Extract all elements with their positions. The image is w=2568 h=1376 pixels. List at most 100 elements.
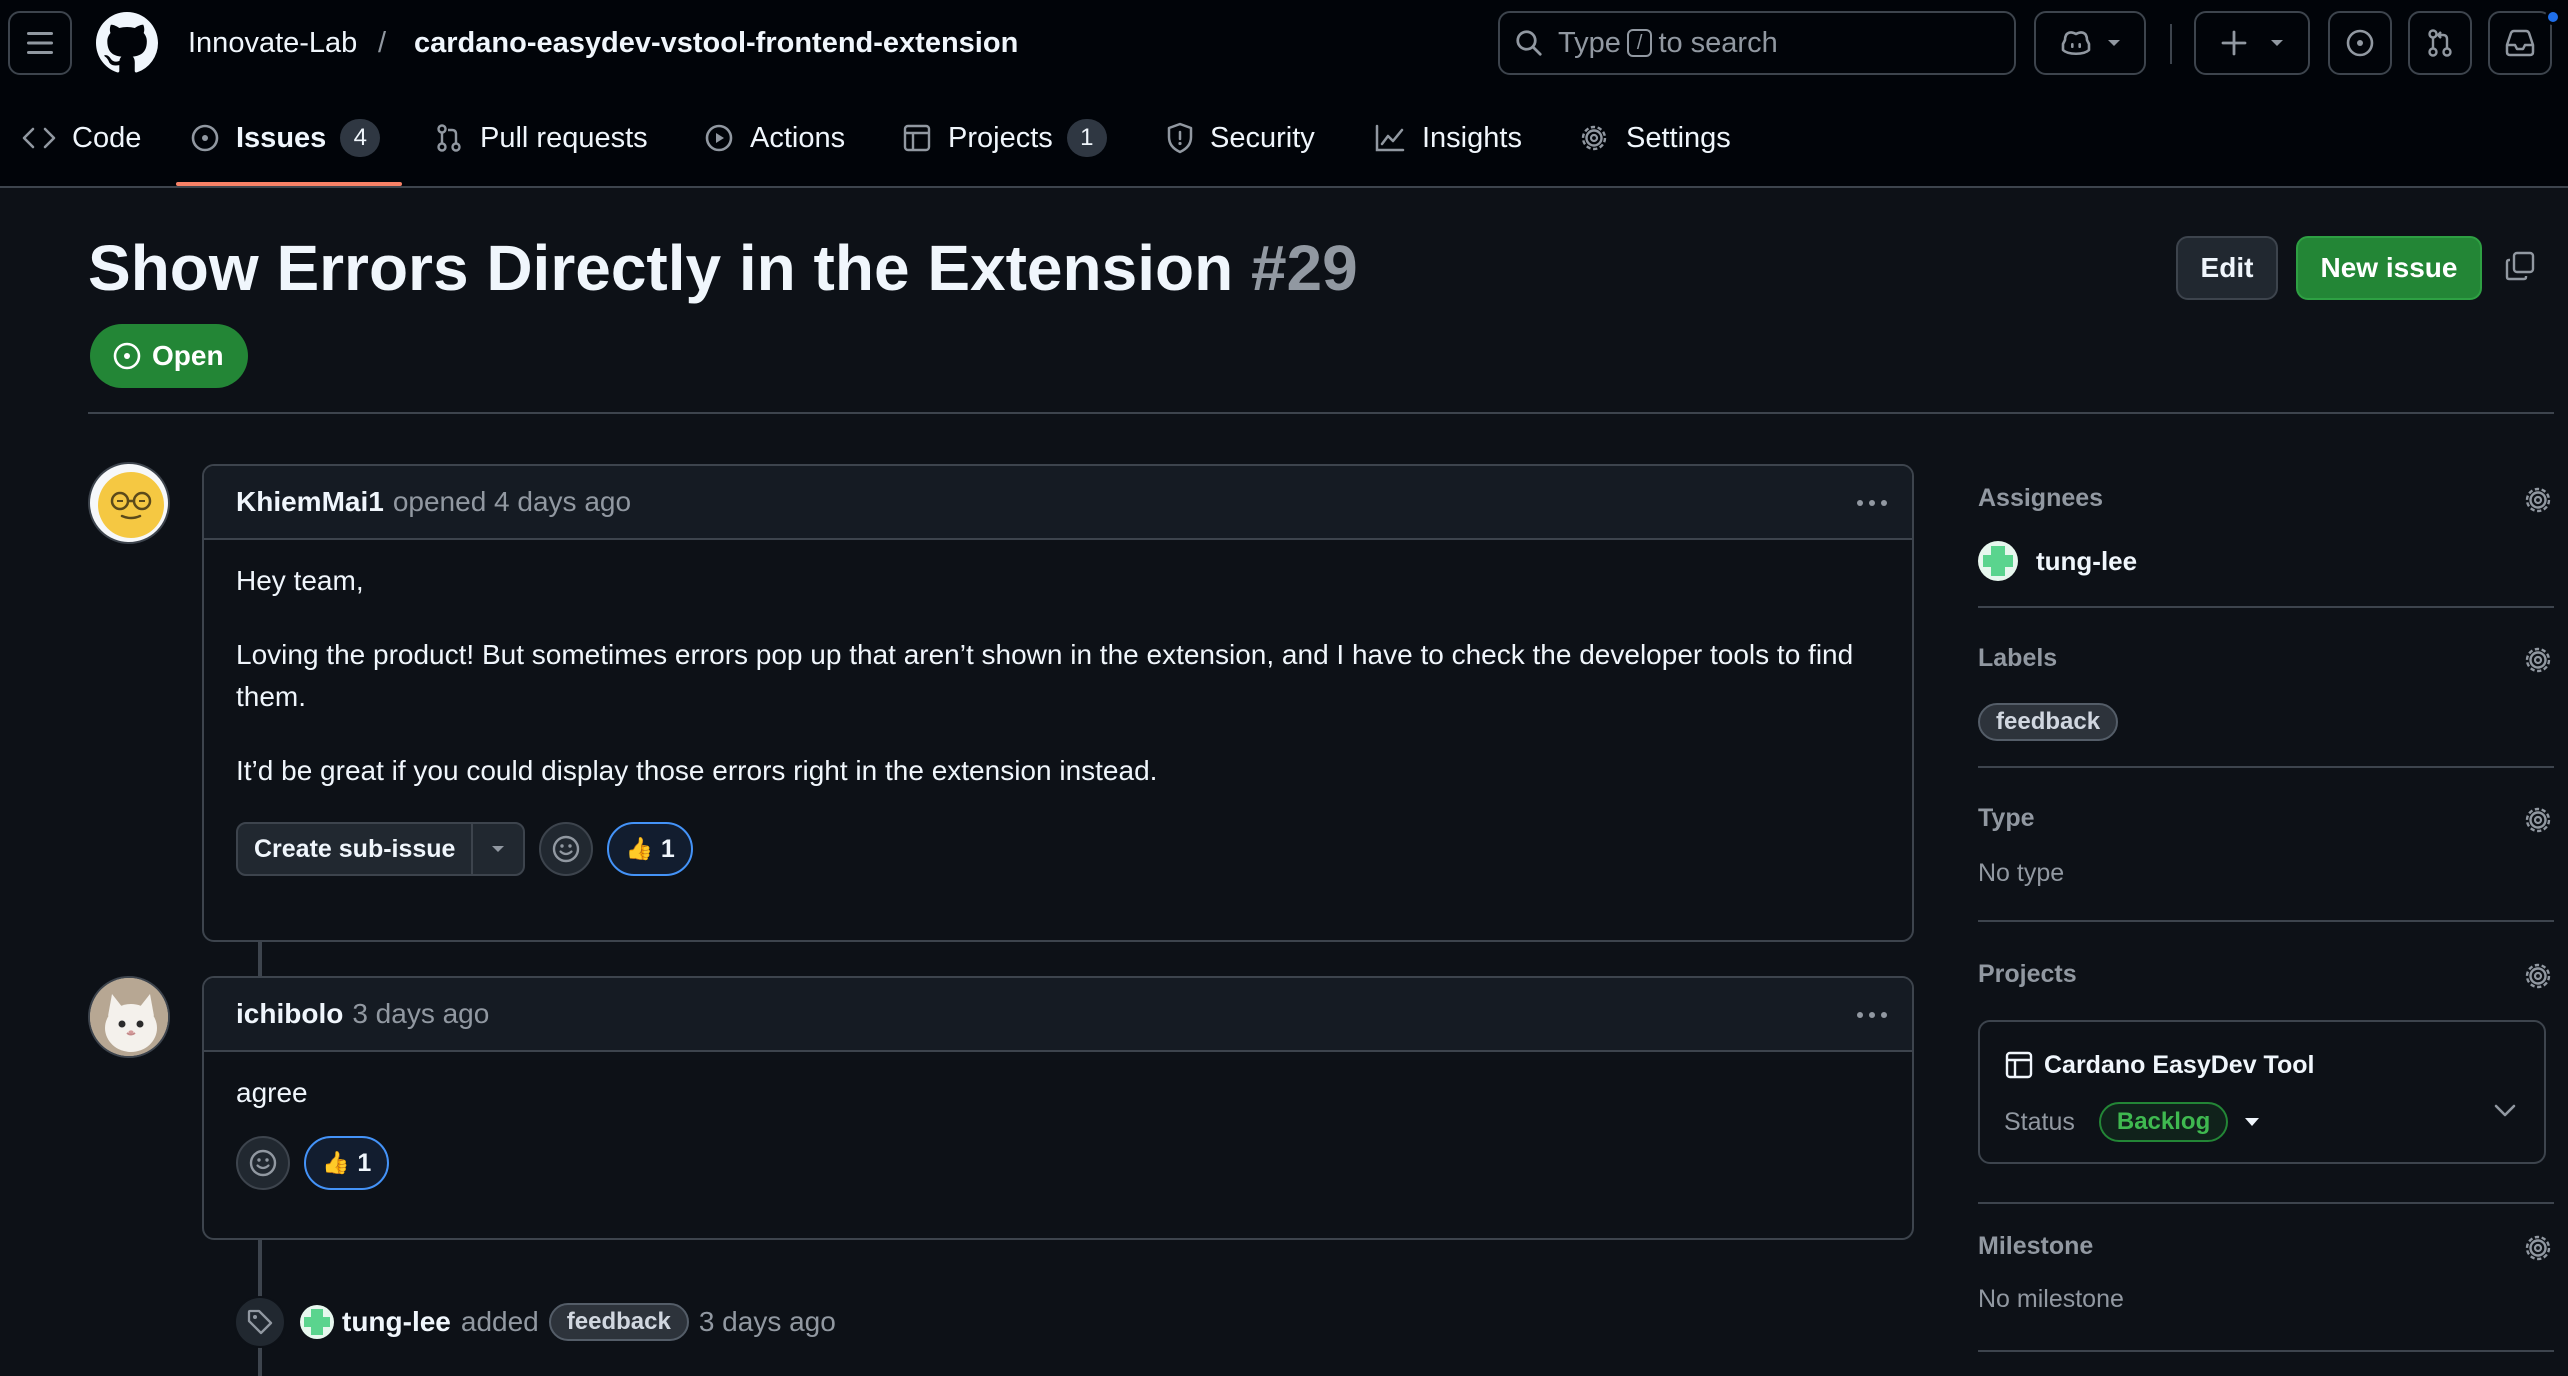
sidebar-section-title: Projects	[1978, 960, 2077, 988]
your-issues-button[interactable]	[2328, 11, 2392, 75]
label-badge[interactable]: feedback	[1978, 703, 2119, 741]
event-actor[interactable]: tung-lee	[342, 1306, 451, 1338]
search-shortcut-key: /	[1626, 29, 1653, 57]
add-reaction-button[interactable]	[236, 1136, 290, 1190]
edit-button[interactable]: Edit	[2176, 236, 2278, 300]
comment-author[interactable]: KhiemMai1	[236, 486, 384, 518]
tab-code[interactable]: Code	[22, 116, 141, 160]
thumbs-up-icon: 👍	[322, 1150, 350, 1175]
kebab-menu-icon[interactable]	[1854, 1000, 1890, 1030]
tab-pull-requests[interactable]: Pull requests	[434, 116, 648, 160]
search-input[interactable]: Type / to search	[1498, 11, 2016, 75]
thumbs-up-reaction[interactable]: 👍 1	[607, 822, 693, 876]
add-reaction-button[interactable]	[539, 822, 594, 876]
avatar[interactable]	[88, 976, 170, 1058]
breadcrumb-separator: /	[378, 27, 387, 59]
tab-actions-label: Actions	[750, 121, 846, 154]
sub-issue-dropdown[interactable]	[473, 824, 523, 874]
gear-icon[interactable]	[2522, 804, 2554, 836]
thumbs-up-reaction[interactable]: 👍 1	[304, 1136, 390, 1190]
sidebar-divider	[1978, 606, 2554, 608]
kebab-menu-icon[interactable]	[1854, 488, 1890, 518]
reaction-count: 1	[357, 1149, 372, 1177]
project-status-row: Status Backlog	[2004, 1102, 2260, 1142]
create-sub-issue-button-group: Create sub-issue	[236, 822, 526, 876]
milestone-value: No milestone	[1978, 1285, 2124, 1313]
comment-header: ichibolo 3 days ago	[204, 978, 1912, 1052]
comment-paragraph: agree	[236, 1077, 308, 1108]
create-new-button[interactable]	[2194, 11, 2310, 75]
tab-actions[interactable]: Actions	[704, 116, 845, 160]
chevron-down-icon	[2271, 40, 2283, 46]
sidebar-labels: Labels feedback	[1978, 644, 2554, 741]
tab-issues-label: Issues	[236, 121, 327, 154]
avatar	[1978, 541, 2018, 581]
issues-counter: 4	[340, 119, 381, 157]
label-badge[interactable]: feedback	[548, 1303, 689, 1341]
comment-body: Hey team, Loving the product! But someti…	[204, 540, 1912, 896]
sidebar-divider	[1978, 920, 2554, 922]
menu-button[interactable]	[8, 11, 72, 75]
status-badge[interactable]: Backlog	[2098, 1102, 2229, 1142]
tab-insights-label: Insights	[1422, 121, 1522, 154]
sidebar-divider	[1978, 1350, 2554, 1352]
hamburger-icon	[27, 32, 53, 54]
tab-pull-requests-label: Pull requests	[480, 121, 648, 154]
tab-security[interactable]: Security	[1166, 116, 1315, 160]
gear-icon[interactable]	[2522, 960, 2554, 992]
avatar[interactable]	[88, 462, 170, 544]
expand-chevron-icon[interactable]	[2494, 1104, 2516, 1118]
gear-icon[interactable]	[2522, 644, 2554, 676]
issue-number: #29	[1250, 232, 1358, 304]
tab-code-label: Code	[72, 121, 142, 154]
plus-icon	[2221, 30, 2247, 56]
smiley-icon	[249, 1149, 277, 1177]
comment-timestamp[interactable]: 3 days ago	[352, 998, 489, 1030]
issue-state-label: Open	[152, 340, 224, 371]
avatar[interactable]	[300, 1305, 334, 1339]
copilot-icon	[2061, 31, 2091, 56]
sidebar-projects: Projects	[1978, 960, 2554, 989]
breadcrumb-repo[interactable]: cardano-easydev-vstool-frontend-extensio…	[414, 25, 1018, 61]
github-logo-icon[interactable]	[96, 12, 158, 74]
issue-open-icon	[191, 124, 219, 152]
comment-timestamp[interactable]: opened 4 days ago	[393, 486, 631, 518]
chevron-down-icon[interactable]	[2244, 1116, 2260, 1128]
sidebar-divider	[1978, 766, 2554, 768]
comment-header: KhiemMai1 opened 4 days ago	[204, 466, 1912, 540]
gear-icon[interactable]	[2522, 1232, 2554, 1264]
breadcrumb-owner[interactable]: Innovate-Lab	[188, 25, 357, 61]
gear-icon[interactable]	[2522, 484, 2554, 516]
timeline-label-event: tung-lee added feedback 3 days ago	[234, 1296, 846, 1348]
new-issue-button[interactable]: New issue	[2296, 236, 2482, 300]
tab-issues[interactable]: Issues 4	[190, 116, 381, 160]
sidebar-section-title: Milestone	[1978, 1232, 2094, 1260]
copy-link-icon[interactable]	[2504, 250, 2536, 282]
project-card: Cardano EasyDev Tool Status Backlog	[1978, 1020, 2546, 1164]
sidebar-section-title: Labels	[1978, 644, 2058, 672]
assignee-item[interactable]: tung-lee	[1978, 541, 2554, 581]
timeline-connector	[258, 942, 262, 976]
event-timestamp[interactable]: 3 days ago	[699, 1306, 836, 1338]
copilot-button[interactable]	[2034, 11, 2146, 75]
notification-indicator	[2545, 9, 2561, 25]
tag-icon	[234, 1296, 286, 1348]
tab-insights[interactable]: Insights	[1374, 116, 1522, 160]
comment-paragraph: It’d be great if you could display those…	[236, 755, 1158, 786]
chevron-down-icon	[492, 846, 505, 852]
assignee-name: tung-lee	[2036, 545, 2138, 576]
create-sub-issue-button[interactable]: Create sub-issue	[238, 824, 474, 874]
tab-projects[interactable]: Projects 1	[902, 116, 1107, 160]
type-value: No type	[1978, 859, 2065, 887]
graph-icon	[1375, 124, 1405, 152]
gear-icon	[1581, 125, 1607, 151]
inbox-button[interactable]	[2488, 11, 2552, 75]
comment-author[interactable]: ichibolo	[236, 998, 343, 1030]
thumbs-up-icon: 👍	[625, 836, 653, 861]
project-name-link[interactable]: Cardano EasyDev Tool	[2004, 1050, 2314, 1080]
comment-actions: Create sub-issue 👍 1	[236, 822, 1880, 876]
top-header: Innovate-Lab / cardano-easydev-vstool-fr…	[0, 0, 2568, 88]
your-pull-requests-button[interactable]	[2408, 11, 2472, 75]
code-icon	[22, 127, 56, 149]
tab-settings[interactable]: Settings	[1578, 116, 1731, 160]
